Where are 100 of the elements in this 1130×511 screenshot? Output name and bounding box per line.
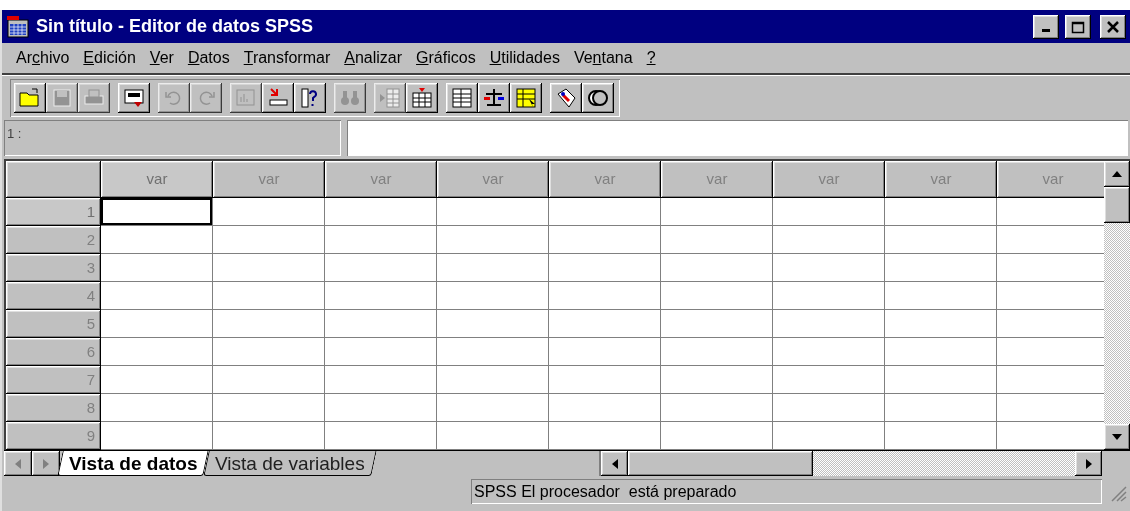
table-cell[interactable]: [773, 310, 885, 338]
column-header[interactable]: var: [437, 161, 549, 198]
table-cell[interactable]: [213, 338, 325, 366]
table-cell[interactable]: [213, 226, 325, 254]
table-cell[interactable]: [325, 422, 437, 450]
table-cell[interactable]: [885, 198, 997, 226]
table-cell[interactable]: [549, 338, 661, 366]
horizontal-scroll-thumb[interactable]: [628, 451, 813, 476]
column-header[interactable]: var: [997, 161, 1104, 198]
table-cell[interactable]: [661, 394, 773, 422]
table-cell[interactable]: [885, 366, 997, 394]
table-cell[interactable]: [549, 422, 661, 450]
table-cell[interactable]: [549, 226, 661, 254]
toolbar-button[interactable]: [262, 82, 294, 113]
toolbar-button[interactable]: [478, 82, 510, 113]
row-header[interactable]: 9: [6, 422, 101, 450]
table-cell[interactable]: [549, 310, 661, 338]
table-cell[interactable]: [437, 198, 549, 226]
menu-item[interactable]: Gráficos: [410, 46, 482, 70]
table-cell[interactable]: [885, 394, 997, 422]
menu-item[interactable]: Edición: [77, 46, 142, 70]
table-cell[interactable]: [437, 366, 549, 394]
table-cell[interactable]: [549, 366, 661, 394]
table-cell[interactable]: [549, 198, 661, 226]
table-cell[interactable]: [997, 226, 1104, 254]
toolbar-button[interactable]: [14, 82, 46, 113]
table-cell[interactable]: [661, 198, 773, 226]
table-cell[interactable]: [997, 310, 1104, 338]
table-cell[interactable]: [773, 394, 885, 422]
column-header[interactable]: var: [325, 161, 437, 198]
table-cell[interactable]: [325, 310, 437, 338]
table-cell[interactable]: [773, 254, 885, 282]
row-header[interactable]: 8: [6, 394, 101, 422]
table-cell[interactable]: [885, 422, 997, 450]
table-cell[interactable]: [325, 226, 437, 254]
table-cell[interactable]: [773, 198, 885, 226]
column-header[interactable]: var: [885, 161, 997, 198]
scroll-thumb[interactable]: [1104, 187, 1130, 223]
maximize-button[interactable]: [1065, 14, 1091, 39]
cell-value-field[interactable]: [347, 120, 1128, 156]
table-cell[interactable]: [325, 394, 437, 422]
row-header[interactable]: 7: [6, 366, 101, 394]
column-header[interactable]: var: [549, 161, 661, 198]
table-cell[interactable]: [437, 394, 549, 422]
column-header[interactable]: var: [213, 161, 325, 198]
table-cell[interactable]: [437, 422, 549, 450]
table-cell[interactable]: [773, 282, 885, 310]
column-header[interactable]: var: [661, 161, 773, 198]
table-cell[interactable]: [101, 226, 213, 254]
table-cell[interactable]: [549, 394, 661, 422]
tab[interactable]: Vista de variables: [203, 451, 377, 476]
table-cell[interactable]: [213, 394, 325, 422]
menu-item[interactable]: Utilidades: [483, 46, 566, 70]
table-cell[interactable]: [885, 338, 997, 366]
table-cell[interactable]: [661, 366, 773, 394]
menu-item[interactable]: Archivo: [10, 46, 76, 70]
table-cell[interactable]: [437, 254, 549, 282]
table-cell[interactable]: [661, 310, 773, 338]
table-cell[interactable]: [213, 254, 325, 282]
table-cell[interactable]: [101, 422, 213, 450]
menu-item[interactable]: Transformar: [237, 46, 337, 70]
tab[interactable]: Vista de datos: [57, 451, 210, 476]
table-cell[interactable]: [325, 366, 437, 394]
table-cell[interactable]: [437, 226, 549, 254]
toolbar-button[interactable]: [118, 82, 150, 113]
row-header[interactable]: 4: [6, 282, 101, 310]
table-cell[interactable]: [437, 310, 549, 338]
table-cell[interactable]: [213, 198, 325, 226]
table-cell[interactable]: [325, 282, 437, 310]
table-cell[interactable]: [773, 422, 885, 450]
table-cell[interactable]: [325, 198, 437, 226]
table-cell[interactable]: [101, 282, 213, 310]
column-header[interactable]: var: [773, 161, 885, 198]
table-cell[interactable]: [437, 338, 549, 366]
table-cell[interactable]: [101, 366, 213, 394]
row-header[interactable]: 3: [6, 254, 101, 282]
table-cell[interactable]: [661, 282, 773, 310]
table-cell[interactable]: [885, 282, 997, 310]
tab-scroll-right-button[interactable]: [32, 451, 60, 476]
toolbar-button[interactable]: [294, 82, 326, 113]
table-cell[interactable]: [213, 422, 325, 450]
table-cell[interactable]: [101, 254, 213, 282]
table-cell[interactable]: [325, 254, 437, 282]
table-cell[interactable]: [101, 198, 213, 226]
table-cell[interactable]: [773, 338, 885, 366]
table-cell[interactable]: [997, 254, 1104, 282]
table-cell[interactable]: [997, 338, 1104, 366]
table-cell[interactable]: [885, 254, 997, 282]
table-cell[interactable]: [549, 282, 661, 310]
table-cell[interactable]: [101, 338, 213, 366]
table-cell[interactable]: [213, 366, 325, 394]
menu-item[interactable]: Ventana: [567, 46, 639, 70]
toolbar-button[interactable]: [582, 82, 614, 113]
menu-item[interactable]: Datos: [181, 46, 236, 70]
toolbar-button[interactable]: [510, 82, 542, 113]
table-cell[interactable]: [661, 422, 773, 450]
tab-scroll-left-button[interactable]: [4, 451, 32, 476]
table-cell[interactable]: [773, 366, 885, 394]
minimize-button[interactable]: [1033, 14, 1059, 39]
table-cell[interactable]: [997, 394, 1104, 422]
